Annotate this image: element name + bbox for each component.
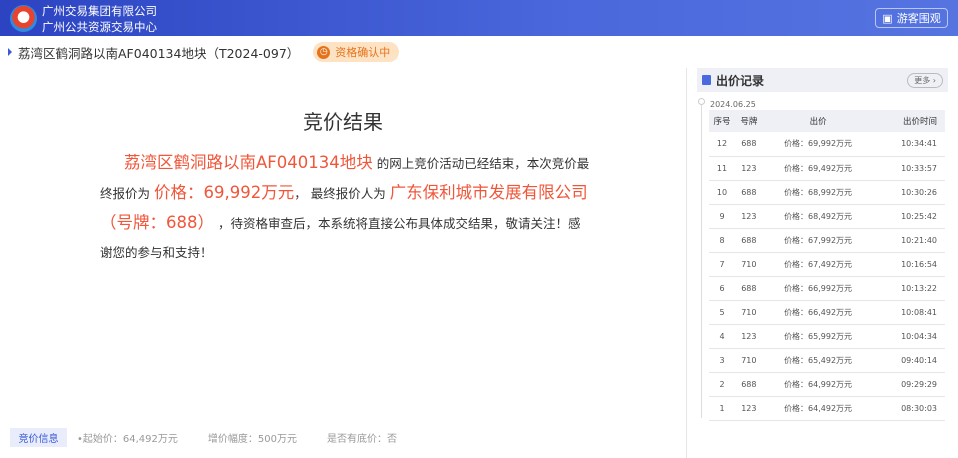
table-row: 12 688 价格：69,992万元 10:34:41 (709, 132, 945, 157)
table-row: 2 688 价格：64,992万元 09:29:29 (709, 372, 945, 397)
timeline-dot (698, 98, 705, 105)
table-cell: 688 (735, 132, 763, 157)
header: 广州交易集团有限公司 广州公共资源交易中心 ▣ 游客围观 (0, 0, 958, 36)
table-cell: 11 (709, 156, 735, 181)
status-label: 资格确认中 (335, 46, 391, 59)
bid-info-tab[interactable]: 竞价信息 (10, 428, 67, 447)
table-cell: 10:21:40 (873, 228, 945, 253)
table-cell: 688 (735, 228, 763, 253)
table-cell: 10:34:41 (873, 132, 945, 157)
table-cell: 10:04:34 (873, 324, 945, 349)
status-badge: ◷ 资格确认中 (313, 42, 400, 62)
start-price: •起始价：64,492万元 (77, 434, 178, 445)
monitor-icon: ▣ (882, 11, 893, 25)
org-subname: 广州公共资源交易中心 (42, 20, 157, 34)
more-label: 更多 (914, 75, 931, 85)
column-header: 出价 (762, 110, 874, 132)
table-cell: 123 (735, 156, 763, 181)
table-cell: 710 (735, 252, 763, 277)
table-cell: 价格：65,992万元 (762, 324, 874, 349)
table-cell: 09:40:14 (873, 348, 945, 373)
table-cell: 1 (709, 396, 735, 421)
table-row: 1 123 价格：64,492万元 08:30:03 (709, 396, 945, 421)
table-cell: 价格：67,992万元 (762, 228, 874, 253)
table-cell: 10:08:41 (873, 300, 945, 325)
table-cell: 3 (709, 348, 735, 373)
table-row: 11 123 价格：69,492万元 10:33:57 (709, 156, 945, 181)
table-cell: 价格：66,492万元 (762, 300, 874, 325)
column-header: 序号 (709, 110, 735, 132)
table-cell: 价格：68,992万元 (762, 180, 874, 205)
guest-view-button[interactable]: ▣ 游客围观 (875, 8, 948, 28)
more-button[interactable]: 更多 › (907, 72, 943, 88)
table-row: 6 688 价格：66,992万元 10:13:22 (709, 276, 945, 301)
table-cell: 10:16:54 (873, 252, 945, 277)
table-cell: 价格：67,492万元 (762, 252, 874, 277)
table-cell: 10:13:22 (873, 276, 945, 301)
table-cell: 价格：68,492万元 (762, 204, 874, 229)
result-text-2: ， 最终报价人为 (294, 186, 390, 201)
table-cell: 7 (709, 252, 735, 277)
table-cell: 09:29:29 (873, 372, 945, 397)
timeline (701, 100, 702, 418)
table-cell: 123 (735, 204, 763, 229)
bid-records-table: 序号 号牌 出价 出价时间 12 688 价格：69,992万元 10:34:41 11… (709, 110, 945, 421)
records-date: 2024.06.25 (710, 100, 756, 109)
table-cell: 10:25:42 (873, 204, 945, 229)
table-row: 9 123 价格：68,492万元 10:25:42 (709, 204, 945, 229)
plot-name: 荔湾区鹤洞路以南AF040134地块 (124, 153, 373, 172)
table-cell: 12 (709, 132, 735, 157)
table-row: 10 688 价格：68,992万元 10:30:26 (709, 180, 945, 205)
table-row: 3 710 价格：65,492万元 09:40:14 (709, 348, 945, 373)
table-row: 8 688 价格：67,992万元 10:21:40 (709, 228, 945, 253)
table-cell: 价格：69,492万元 (762, 156, 874, 181)
project-title-bar: 荔湾区鹤洞路以南AF040134地块（T2024-097） ◷ 资格确认中 (8, 42, 400, 62)
bid-records-header: 出价记录 更多 › (697, 68, 948, 92)
table-cell: 2 (709, 372, 735, 397)
column-header: 出价时间 (873, 110, 945, 132)
table-row: 4 123 价格：65,992万元 10:04:34 (709, 324, 945, 349)
table-cell: 价格：64,992万元 (762, 372, 874, 397)
clock-icon: ◷ (317, 45, 331, 59)
logo (10, 5, 37, 32)
divider (686, 68, 687, 458)
table-cell: 710 (735, 348, 763, 373)
bid-info: 竞价信息 •起始价：64,492万元 增价幅度：500万元 是否有底价：否 (10, 428, 427, 447)
table-cell: 5 (709, 300, 735, 325)
table-cell: 4 (709, 324, 735, 349)
table-cell: 8 (709, 228, 735, 253)
increment: 增价幅度：500万元 (207, 434, 297, 445)
table-cell: 价格：64,492万元 (762, 396, 874, 421)
table-cell: 价格：65,492万元 (762, 348, 874, 373)
bid-records-title: 出价记录 (716, 73, 765, 88)
table-cell: 688 (735, 180, 763, 205)
table-cell: 10:30:26 (873, 180, 945, 205)
project-title: 荔湾区鹤洞路以南AF040134地块（T2024-097） (18, 45, 300, 61)
bid-records-panel: 出价记录 更多 › 2024.06.25 序号 号牌 出价 出价时间 12 688… (697, 68, 948, 421)
table-cell: 10 (709, 180, 735, 205)
table-cell: 710 (735, 300, 763, 325)
table-cell: 价格：69,992万元 (762, 132, 874, 157)
triangle-icon (8, 48, 12, 56)
table-cell: 10:33:57 (873, 156, 945, 181)
start-price-value: 起始价：64,492万元 (82, 434, 178, 445)
reserve-price: 是否有底价：否 (327, 434, 397, 445)
result-text: 荔湾区鹤洞路以南AF040134地块 的网上竞价活动已经结束，本次竞价最终报价为… (100, 148, 590, 267)
table-cell: 688 (735, 372, 763, 397)
table-cell: 6 (709, 276, 735, 301)
final-price: 价格：69,992万元 (153, 183, 295, 202)
org-name: 广州交易集团有限公司 (42, 4, 157, 18)
table-cell: 688 (735, 276, 763, 301)
table-cell: 价格：66,992万元 (762, 276, 874, 301)
table-cell: 08:30:03 (873, 396, 945, 421)
table-row: 7 710 价格：67,492万元 10:16:54 (709, 252, 945, 277)
records-icon (702, 75, 711, 85)
result-title: 竞价结果 (303, 110, 383, 134)
guest-view-label: 游客围观 (896, 12, 941, 25)
table-cell: 9 (709, 204, 735, 229)
column-header: 号牌 (735, 110, 763, 132)
table-row: 5 710 价格：66,492万元 10:08:41 (709, 300, 945, 325)
table-cell: 123 (735, 396, 763, 421)
table-cell: 123 (735, 324, 763, 349)
